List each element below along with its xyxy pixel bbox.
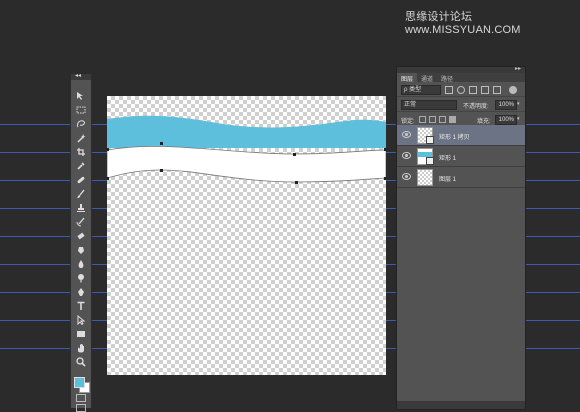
type-filter-icon[interactable] (469, 86, 477, 94)
move-tool-icon[interactable] (73, 90, 88, 102)
pen-tool-icon[interactable] (73, 286, 88, 298)
type-tool-icon[interactable] (73, 300, 88, 312)
layer-name[interactable]: 矩形 1 (439, 153, 456, 162)
layer-thumbnail (417, 169, 433, 186)
brush-tool-icon[interactable] (73, 188, 88, 200)
layer-name[interactable]: 矩形 1 拷贝 (439, 132, 470, 141)
layer-row[interactable]: 图层 1 (397, 167, 525, 188)
filter-toggle-icon[interactable] (509, 86, 517, 94)
dodge-tool-icon[interactable] (73, 272, 88, 284)
zoom-tool-icon[interactable] (73, 356, 88, 368)
eraser-tool-icon[interactable] (73, 230, 88, 242)
canvas-artwork (107, 115, 386, 184)
lock-label: 锁定: (401, 119, 415, 125)
opacity-label: 不透明度: (463, 104, 489, 110)
fill-dropdown-icon[interactable]: ▾ (517, 115, 523, 123)
crop-tool-icon[interactable] (73, 146, 88, 158)
magic-wand-tool-icon[interactable] (73, 132, 88, 144)
layer-row[interactable]: 矩形 1 拷贝 (397, 125, 525, 146)
clone-stamp-tool-icon[interactable] (73, 202, 88, 214)
document-canvas[interactable] (107, 96, 386, 375)
visibility-eye-icon[interactable] (402, 152, 411, 159)
opacity-dropdown-icon[interactable]: ▾ (517, 100, 523, 108)
shape-filter-icon[interactable] (481, 86, 489, 94)
pixel-filter-icon[interactable] (445, 86, 453, 94)
tools-panel-header[interactable]: ◂◂ (71, 73, 91, 80)
layer-kind-filter[interactable]: ρ 类型 (401, 85, 441, 95)
tools-panel: ◂◂ (70, 73, 92, 412)
blue-wave-shape (107, 115, 386, 148)
fill-label: 填充: (477, 119, 491, 125)
blur-tool-icon[interactable] (73, 258, 88, 270)
layer-list: 矩形 1 拷贝 矩形 1 图层 1 (397, 125, 525, 188)
smart-object-filter-icon[interactable] (493, 86, 501, 94)
history-brush-tool-icon[interactable] (73, 216, 88, 228)
lock-position-icon[interactable] (439, 116, 446, 123)
adjustment-filter-icon[interactable] (457, 86, 465, 94)
layer-name[interactable]: 图层 1 (439, 174, 456, 183)
tab-layers[interactable]: 图层 (397, 73, 418, 83)
hand-tool-icon[interactable] (73, 342, 88, 354)
eyedropper-tool-icon[interactable] (73, 160, 88, 172)
rectangle-tool-icon[interactable] (73, 328, 88, 340)
collapse-icon[interactable]: ◂◂ (75, 73, 81, 80)
marquee-tool-icon[interactable] (73, 104, 88, 116)
lasso-tool-icon[interactable] (73, 118, 88, 130)
gradient-tool-icon[interactable] (73, 244, 88, 256)
fill-input[interactable]: 100% (495, 115, 517, 125)
filter-row: ρ 类型 (397, 82, 525, 97)
layers-panel: ▸▸ 图层 通道 路径 ρ 类型 正常 不透明度: 100% ▾ 锁定: 填充:… (396, 66, 526, 410)
lock-transparent-icon[interactable] (419, 116, 426, 123)
shape-layer-icon (426, 136, 434, 144)
quick-mask-icon[interactable] (76, 394, 86, 402)
visibility-eye-icon[interactable] (402, 173, 411, 180)
layer-row[interactable]: 矩形 1 (397, 146, 525, 167)
lock-all-icon[interactable] (449, 116, 456, 123)
collapse-icon[interactable]: ▸▸ (515, 65, 521, 72)
watermark: 思缘设计论坛 www.MISSYUAN.COM (405, 11, 521, 36)
foreground-color-swatch[interactable] (74, 377, 85, 388)
opacity-input[interactable]: 100% (495, 100, 517, 110)
lock-image-icon[interactable] (429, 116, 436, 123)
shape-layer-icon (426, 157, 434, 165)
blend-mode-select[interactable]: 正常 (401, 100, 457, 110)
healing-brush-tool-icon[interactable] (73, 174, 88, 186)
path-selection-tool-icon[interactable] (73, 314, 88, 326)
panel-header[interactable]: ▸▸ (397, 65, 525, 73)
tab-paths[interactable]: 路径 (437, 73, 457, 83)
visibility-eye-icon[interactable] (402, 131, 411, 138)
panel-tabs: 图层 通道 路径 (397, 73, 525, 83)
screen-mode-icon[interactable] (76, 404, 86, 412)
blend-row: 正常 不透明度: 100% ▾ (397, 97, 525, 112)
tab-channels[interactable]: 通道 (417, 73, 437, 83)
